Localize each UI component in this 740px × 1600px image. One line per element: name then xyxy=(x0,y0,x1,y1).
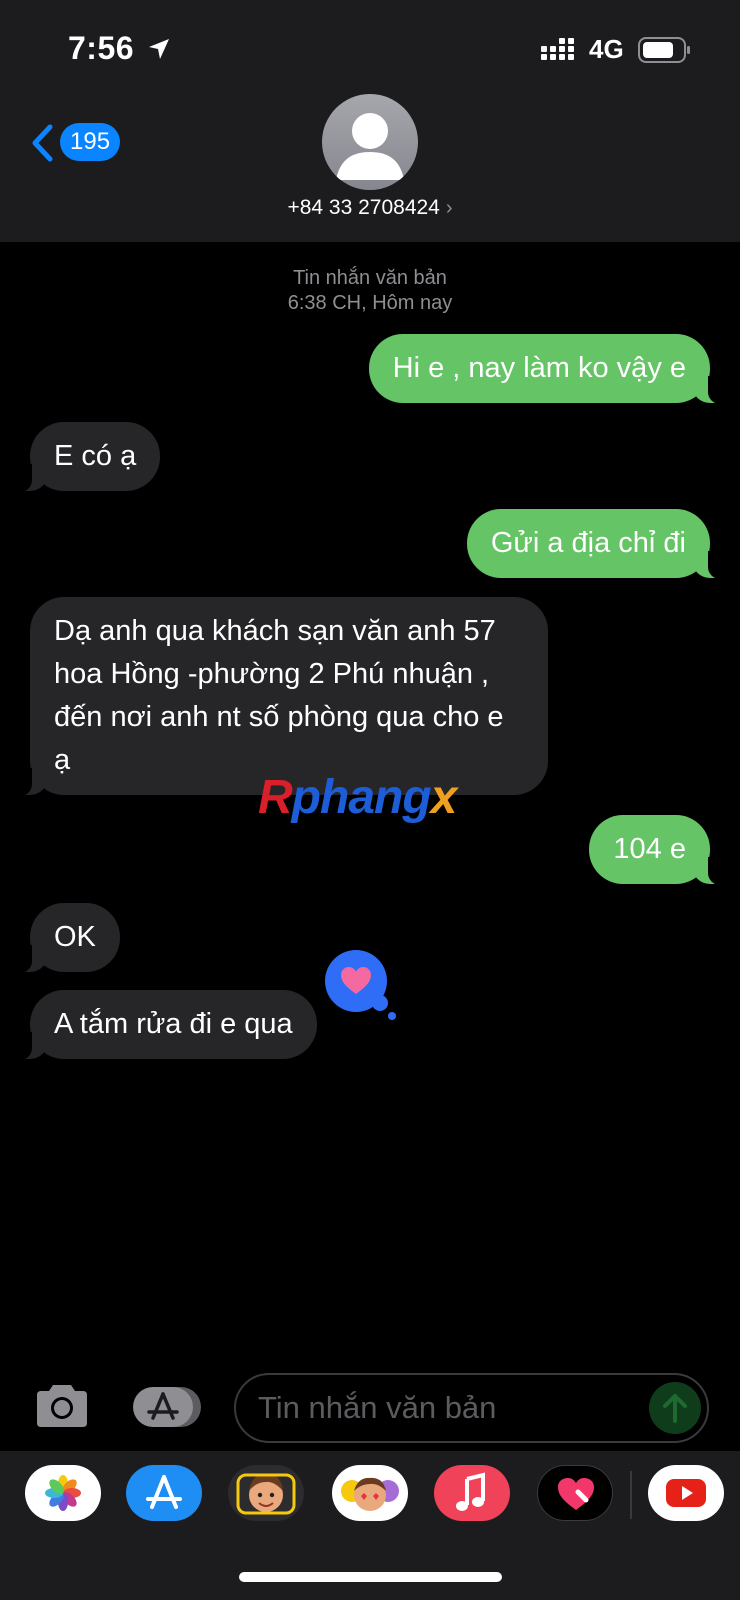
contact-avatar[interactable] xyxy=(322,94,418,190)
arrow-up-icon xyxy=(663,1394,687,1423)
timestamp-label: 6:38 CH, Hôm nay xyxy=(287,292,453,314)
network-type: 4G xyxy=(589,34,624,64)
tapback-tail-dot xyxy=(388,1012,396,1020)
contact-name-button[interactable]: +84 33 2708424 › xyxy=(0,196,740,220)
message-bubble-received[interactable]: Dạ anh qua khách sạn văn anh 57 hoa Hồng… xyxy=(16,597,548,796)
message-input-field[interactable] xyxy=(234,1373,709,1443)
home-indicator[interactable] xyxy=(239,1572,502,1582)
message-text: Dạ anh qua khách sạn văn anh 57 hoa Hồng… xyxy=(54,615,504,776)
conversation-header: 7:56 4G 195 +84 33 2708424 › xyxy=(0,0,740,242)
chevron-left-icon xyxy=(32,124,53,162)
camera-button[interactable] xyxy=(33,1383,91,1429)
watermark-logo: Rphangx xyxy=(258,771,457,824)
tapback-tail xyxy=(372,995,388,1011)
message-bubble-received[interactable]: E có ạ xyxy=(15,422,161,492)
animoji-stickers-app-icon[interactable] xyxy=(332,1465,408,1521)
message-input[interactable] xyxy=(258,1375,648,1441)
person-silhouette-icon xyxy=(336,113,404,180)
message-bubble-sent[interactable]: Gửi a địa chỉ đi xyxy=(466,509,725,579)
app-store-app-icon[interactable] xyxy=(126,1465,202,1521)
youtube-app-icon[interactable] xyxy=(648,1465,724,1521)
cellular-signal-icon xyxy=(541,38,574,60)
message-bubble-received[interactable]: OK xyxy=(16,903,120,973)
conversation-timestamp: Tin nhắn văn bản 6:38 CH, Hôm nay xyxy=(0,266,740,316)
message-bubble-received[interactable]: A tắm rửa đi e qua xyxy=(16,990,317,1060)
message-text: 104 e xyxy=(613,833,686,865)
send-button[interactable] xyxy=(649,1382,701,1434)
message-bubble-sent[interactable]: 104 e xyxy=(589,815,724,885)
chevron-right-icon: › xyxy=(445,197,453,219)
message-text: Gửi a địa chỉ đi xyxy=(490,527,686,559)
music-app-icon[interactable] xyxy=(434,1465,510,1521)
back-button[interactable]: 195 xyxy=(30,120,130,164)
status-bar: 7:56 4G xyxy=(0,30,740,70)
message-bubble-sent[interactable]: Hi e , nay làm ko vậy e xyxy=(368,334,725,404)
message-text: Hi e , nay làm ko vậy e xyxy=(392,352,686,384)
contact-phone-number: +84 33 2708424 xyxy=(287,196,440,219)
app-store-drawer-button[interactable] xyxy=(131,1385,203,1429)
photos-app-icon[interactable] xyxy=(25,1465,101,1521)
message-text: A tắm rửa đi e qua xyxy=(54,1008,293,1040)
memoji-app-icon[interactable] xyxy=(228,1465,304,1521)
message-text: E có ạ xyxy=(54,440,137,472)
unread-count-badge: 195 xyxy=(60,123,121,161)
status-time: 7:56 xyxy=(68,30,135,66)
location-arrow-icon xyxy=(149,39,169,59)
service-label: Tin nhắn văn bản xyxy=(293,267,447,289)
battery-icon xyxy=(638,37,690,63)
digital-touch-app-icon[interactable] xyxy=(537,1465,613,1521)
drawer-divider xyxy=(630,1471,632,1519)
message-text: OK xyxy=(54,921,96,953)
